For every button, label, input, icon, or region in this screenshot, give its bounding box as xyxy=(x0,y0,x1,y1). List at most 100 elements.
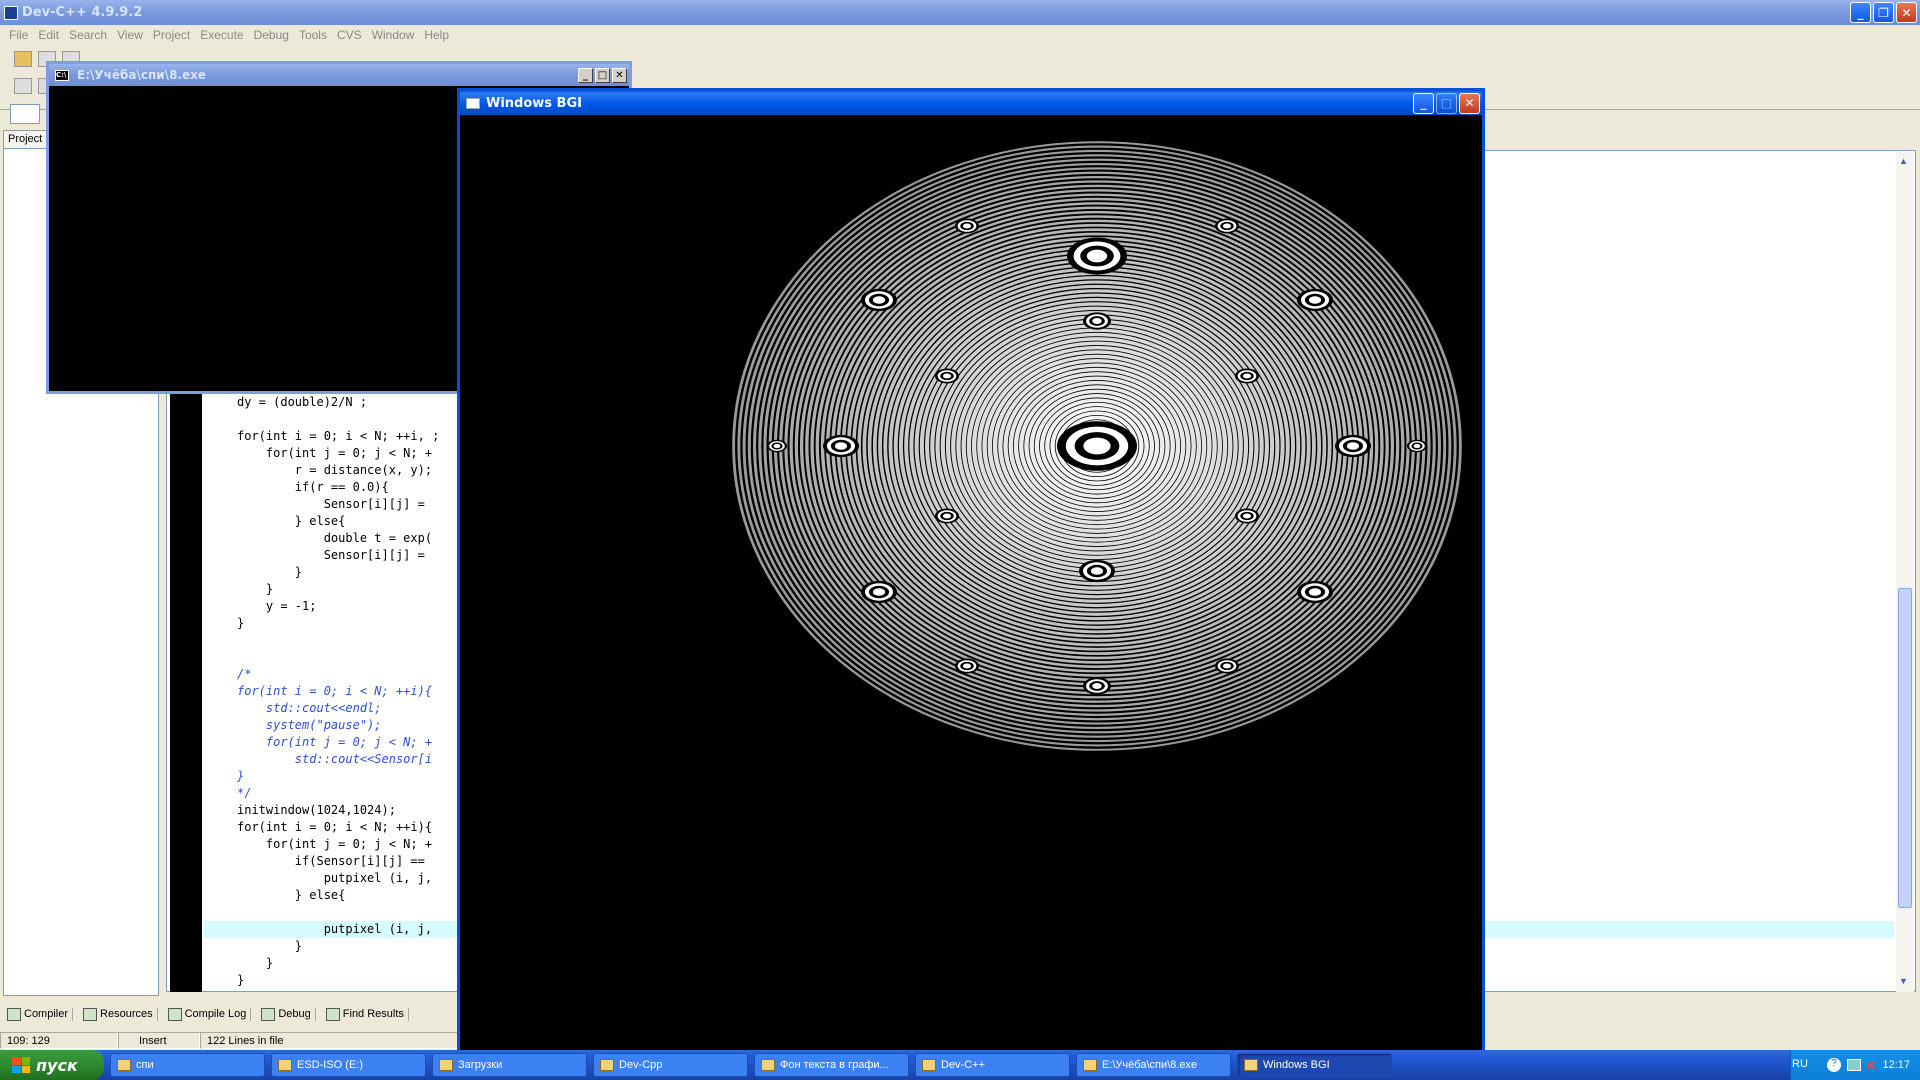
code-line: for(int i = 0; i < N; ++i, ; xyxy=(237,429,440,443)
console-minimize-button[interactable]: _ xyxy=(578,67,593,83)
code-line: system("pause"); xyxy=(237,718,382,732)
tray-antivirus-icon[interactable]: K xyxy=(1867,1058,1876,1073)
taskbar-item[interactable]: Фон текста в графи... xyxy=(754,1053,909,1077)
toolbar-combo[interactable] xyxy=(10,104,40,124)
tab-find-results[interactable]: Find Results xyxy=(322,1007,409,1021)
grid-icon[interactable] xyxy=(14,78,32,94)
menu-file[interactable]: File xyxy=(4,28,33,42)
tab-project[interactable]: Project xyxy=(3,130,47,148)
menu-tools[interactable]: Tools xyxy=(294,28,332,42)
code-line: dy = (double)2/N ; xyxy=(237,395,368,409)
ring-spot xyxy=(1242,513,1252,519)
code-line: putpixel (i, j, xyxy=(237,922,433,936)
tab-label: Find Results xyxy=(342,1008,404,1020)
menu-search[interactable]: Search xyxy=(64,28,112,42)
task-icon xyxy=(922,1059,936,1071)
edit-mode: Insert xyxy=(118,1032,200,1049)
menu-window[interactable]: Window xyxy=(367,28,420,42)
code-line: /* xyxy=(237,667,252,681)
menu-debug[interactable]: Debug xyxy=(249,28,294,42)
windows-flag-icon xyxy=(12,1057,30,1073)
bgi-canvas[interactable] xyxy=(460,115,1482,1050)
ring-spot xyxy=(1083,437,1111,455)
code-line: } else{ xyxy=(237,888,346,902)
taskbar-item[interactable]: Dev-Cpp xyxy=(593,1053,748,1077)
menu-project[interactable]: Project xyxy=(148,28,195,42)
tray-help-icon[interactable]: ? xyxy=(1827,1058,1842,1072)
taskbar-item[interactable]: Windows BGI xyxy=(1237,1053,1392,1077)
devcpp-title-bar[interactable]: Dev-C++ 4.9.9.2 _ ❐ ✕ xyxy=(0,0,1920,25)
close-button[interactable]: ✕ xyxy=(1896,2,1917,23)
console-app-icon: C:\ xyxy=(55,69,69,81)
task-label: Dev-C++ xyxy=(941,1059,986,1071)
bgi-title-bar[interactable]: Windows BGI _ □ ✕ xyxy=(460,91,1482,115)
menu-view[interactable]: View xyxy=(112,28,148,42)
resources-icon xyxy=(83,1007,98,1021)
scroll-up-icon[interactable]: ▲ xyxy=(1899,156,1908,166)
task-label: Windows BGI xyxy=(1263,1059,1330,1071)
menu-cvs[interactable]: CVS xyxy=(332,28,367,42)
bgi-close-button[interactable]: ✕ xyxy=(1459,92,1480,114)
ring-spot xyxy=(1242,373,1252,379)
scrollbar-thumb[interactable] xyxy=(1898,588,1912,908)
taskbar-item[interactable]: спи xyxy=(110,1053,265,1077)
menu-execute[interactable]: Execute xyxy=(195,28,248,42)
task-icon xyxy=(117,1059,131,1071)
bgi-app-icon xyxy=(466,97,480,109)
start-label: пуск xyxy=(36,1055,78,1075)
code-line: for(int j = 0; j < N; + xyxy=(237,446,433,460)
ring-spot xyxy=(1092,318,1102,324)
clock: 12:17 xyxy=(1882,1059,1910,1071)
ring-spot xyxy=(1090,567,1104,575)
code-line: } else{ xyxy=(237,514,346,528)
taskbar-item[interactable]: Dev-C++ xyxy=(915,1053,1070,1077)
task-icon xyxy=(278,1059,292,1071)
tab-compiler[interactable]: Compiler xyxy=(3,1007,74,1021)
console-close-button[interactable]: ✕ xyxy=(612,67,627,83)
ring-spot xyxy=(1222,663,1232,669)
console-title-bar[interactable]: C:\ E:\Учёба\спи\8.exe _ □ ✕ xyxy=(49,64,629,86)
bgi-title: Windows BGI xyxy=(486,95,582,111)
task-label: Загрузки xyxy=(458,1059,503,1071)
tab-compile-log[interactable]: Compile Log xyxy=(164,1007,252,1021)
taskbar-item[interactable]: Загрузки xyxy=(432,1053,587,1077)
tray-network-icon[interactable] xyxy=(1847,1059,1862,1071)
bgi-maximize-button[interactable]: □ xyxy=(1436,92,1457,114)
task-label: Dev-Cpp xyxy=(619,1059,663,1071)
code-line: std::cout<<Sensor[i xyxy=(237,752,433,766)
taskbar-item[interactable]: ESD-ISO (E:) xyxy=(271,1053,426,1077)
tab-resources[interactable]: Resources xyxy=(79,1007,158,1021)
taskbar-item[interactable]: E:\Учёба\спи\8.exe xyxy=(1076,1053,1231,1077)
code-line: double t = exp( xyxy=(237,531,433,545)
ring-spot xyxy=(872,588,886,596)
new-project-icon[interactable] xyxy=(14,51,32,67)
code-line: for(int j = 0; j < N; + xyxy=(237,735,433,749)
restore-button[interactable]: ❐ xyxy=(1873,2,1894,23)
ring-spot xyxy=(942,373,952,379)
scroll-down-icon[interactable]: ▼ xyxy=(1899,976,1908,986)
language-indicator[interactable]: RU xyxy=(1792,1058,1808,1070)
task-icon xyxy=(761,1059,775,1071)
console-maximize-button[interactable]: □ xyxy=(595,67,610,83)
taskbar: пуск спи ESD-ISO (E:) Загрузки Dev-Cpp Фон т… xyxy=(0,1050,1920,1080)
tab-label: Compiler xyxy=(24,1008,69,1020)
ring-spot xyxy=(1086,249,1108,263)
code-line: r = distance(x, y); xyxy=(237,463,433,477)
debug-icon xyxy=(261,1007,276,1021)
start-button[interactable]: пуск xyxy=(0,1050,104,1080)
task-label: E:\Учёба\спи\8.exe xyxy=(1102,1059,1198,1071)
ring-spot xyxy=(962,663,972,669)
cursor-position: 109: 129 xyxy=(0,1032,118,1049)
menu-bar: File Edit Search View Project Execute Debug Too… xyxy=(0,25,1920,45)
bgi-minimize-button[interactable]: _ xyxy=(1413,92,1434,114)
menu-edit[interactable]: Edit xyxy=(33,28,64,42)
bgi-window[interactable]: Windows BGI _ □ ✕ xyxy=(457,88,1485,1050)
system-tray: ? K 12:17 xyxy=(1790,1050,1920,1080)
minimize-button[interactable]: _ xyxy=(1850,2,1871,23)
task-label: Фон текста в графи... xyxy=(780,1059,889,1071)
ring-spot xyxy=(773,443,781,449)
menu-help[interactable]: Help xyxy=(419,28,454,42)
ring-spot xyxy=(1092,683,1102,689)
code-line: } xyxy=(237,582,274,596)
tab-debug[interactable]: Debug xyxy=(257,1007,316,1021)
